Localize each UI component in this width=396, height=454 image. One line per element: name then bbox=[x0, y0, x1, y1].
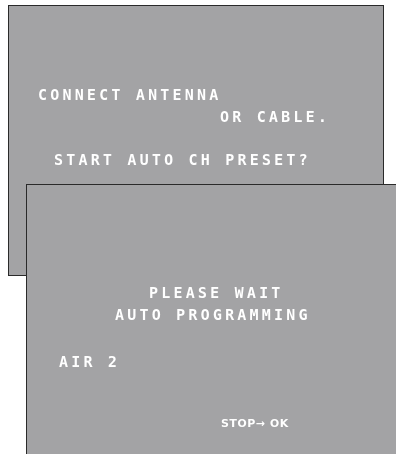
auto-programming-text: AUTO PROGRAMMING bbox=[115, 306, 311, 324]
please-wait-text: PLEASE WAIT bbox=[149, 284, 284, 302]
or-cable-text: OR CABLE. bbox=[220, 108, 331, 126]
connect-antenna-text: CONNECT ANTENNA bbox=[38, 86, 222, 104]
stop-ok-hint[interactable]: STOP→ OK bbox=[221, 417, 289, 431]
channel-readout: AIR 2 bbox=[59, 353, 121, 371]
start-auto-preset-prompt: START AUTO CH PRESET? bbox=[54, 151, 311, 169]
auto-programming-screen: PLEASE WAIT AUTO PROGRAMMING AIR 2 STOP→… bbox=[26, 184, 396, 454]
